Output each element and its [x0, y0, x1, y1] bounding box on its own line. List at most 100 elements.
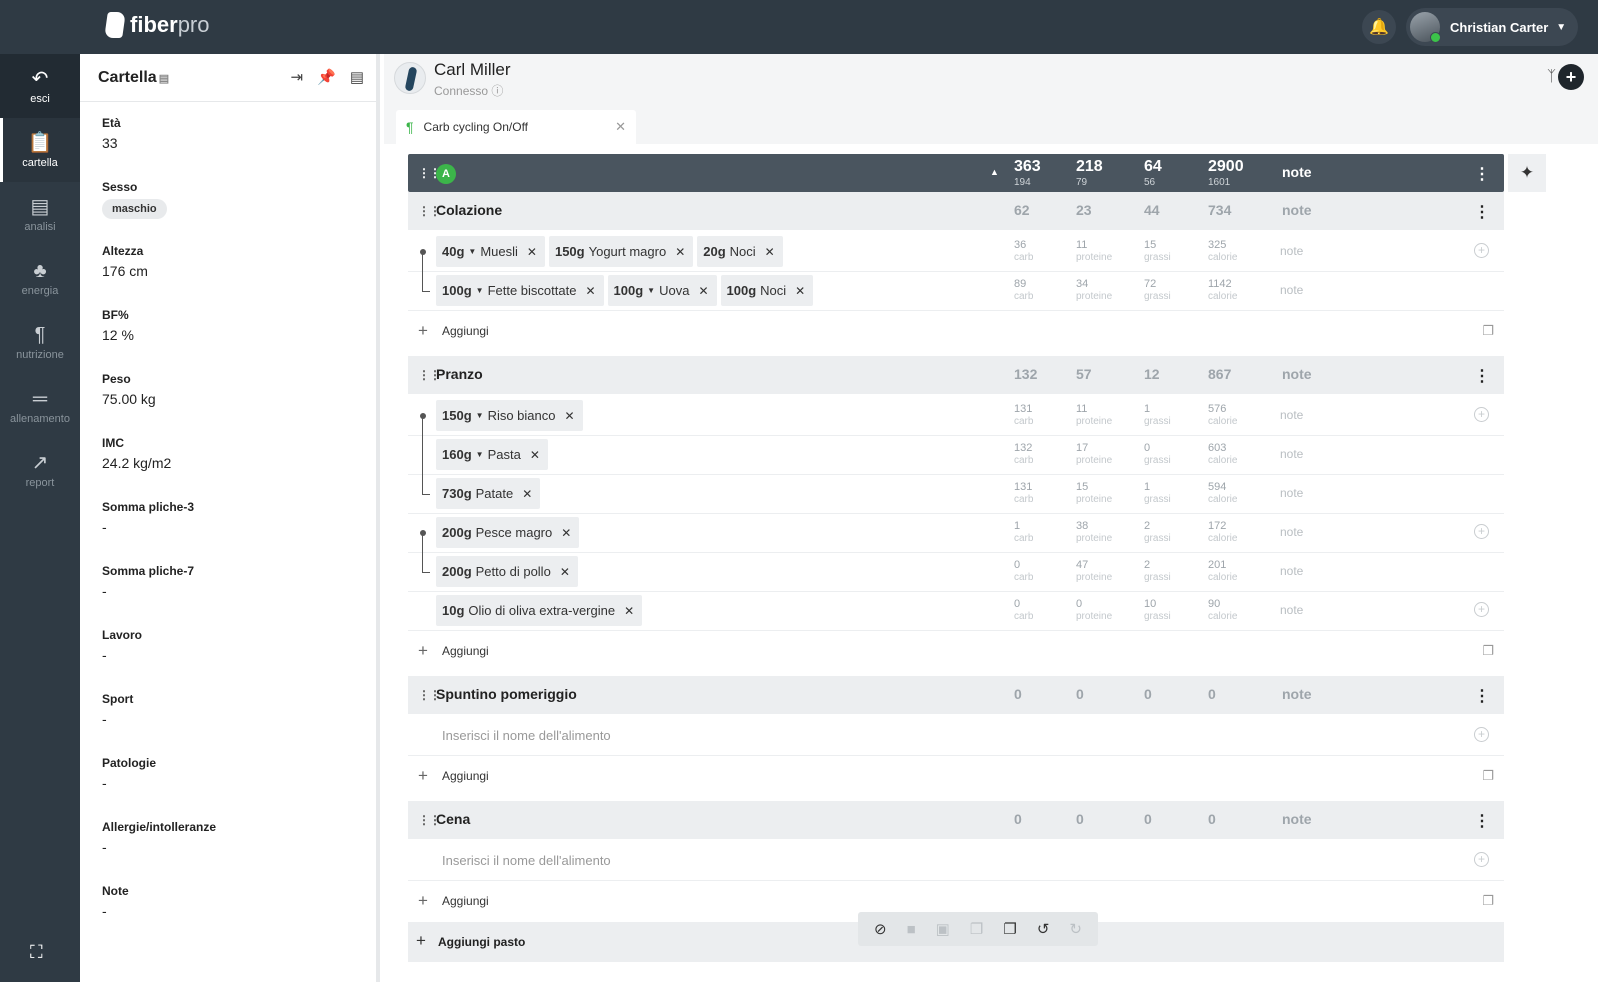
food-quantity[interactable]: 730g — [442, 486, 472, 501]
row-note[interactable]: note — [1280, 447, 1303, 461]
meal-note[interactable]: note — [1282, 811, 1312, 827]
remove-food-icon[interactable]: ✕ — [522, 487, 532, 501]
kebab-menu-icon[interactable]: ⋮ — [1474, 202, 1490, 222]
kebab-menu-icon[interactable]: ⋮ — [1474, 686, 1490, 706]
row-note[interactable]: note — [1280, 408, 1303, 422]
nav-item-analisi[interactable]: ▤ analisi — [0, 182, 80, 246]
trash-icon[interactable]: ▣ — [936, 920, 950, 938]
remove-food-icon[interactable]: ✕ — [561, 526, 571, 540]
food-chip[interactable]: 100g ▼ Fette biscottate ✕ — [436, 275, 604, 306]
user-menu[interactable]: Christian Carter ▼ — [1406, 8, 1578, 46]
add-alternative-icon[interactable]: + — [1474, 407, 1489, 422]
kebab-menu-icon[interactable]: ⋮ — [1474, 164, 1490, 184]
fiberpro-logo[interactable]: fiberpro — [104, 12, 209, 38]
remove-food-icon[interactable]: ✕ — [795, 284, 805, 298]
meal-note[interactable]: note — [1282, 202, 1312, 218]
lock-icon[interactable]: ■ — [907, 921, 916, 938]
kebab-menu-icon[interactable]: ⋮ — [1474, 366, 1490, 386]
row-note[interactable]: note — [1280, 603, 1303, 617]
food-chip[interactable]: 100g Noci ✕ — [720, 275, 814, 306]
food-quantity[interactable]: 150g — [442, 408, 472, 423]
plan-badge[interactable]: A — [436, 164, 456, 184]
remove-food-icon[interactable]: ✕ — [765, 245, 775, 259]
food-chip[interactable]: 150g ▼ Riso bianco ✕ — [436, 400, 583, 431]
nav-item-report[interactable]: ↗ report — [0, 438, 80, 502]
food-chip[interactable]: 10g Olio di oliva extra-vergine ✕ — [436, 595, 643, 626]
chevron-down-icon[interactable]: ▼ — [476, 450, 484, 459]
food-quantity[interactable]: 40g — [442, 244, 464, 259]
chevron-down-icon[interactable]: ▼ — [468, 247, 476, 256]
copy-icon[interactable]: ❐ — [970, 920, 983, 938]
food-chip[interactable]: 200g Petto di pollo ✕ — [436, 556, 578, 587]
plan-note[interactable]: note — [1282, 164, 1312, 180]
nav-item-nutrizione[interactable]: ¶ nutrizione — [0, 310, 80, 374]
row-note[interactable]: note — [1280, 525, 1303, 539]
add-food-row[interactable]: + Aggiungi ❐ — [408, 312, 1504, 350]
remove-food-icon[interactable]: ✕ — [560, 565, 570, 579]
add-food-row[interactable]: + Aggiungi ❐ — [408, 632, 1504, 670]
redo-icon[interactable]: ↻ — [1069, 920, 1082, 938]
row-note[interactable]: note — [1280, 486, 1303, 500]
fullscreen-icon[interactable]: ⛶ — [30, 942, 43, 963]
tab-carb-cycling[interactable]: ¶ Carb cycling On/Off ✕ — [396, 110, 636, 144]
paste-icon[interactable]: ❐ — [1003, 920, 1016, 938]
food-chip[interactable]: 160g ▼ Pasta ✕ — [436, 439, 548, 470]
panel-settings-icon[interactable]: ▤ — [350, 68, 364, 86]
food-quantity[interactable]: 150g — [555, 244, 585, 259]
food-quantity[interactable]: 100g — [727, 283, 757, 298]
row-note[interactable]: note — [1280, 244, 1303, 258]
food-chip[interactable]: 100g ▼ Uova ✕ — [607, 275, 717, 306]
row-note[interactable]: note — [1280, 283, 1303, 297]
paste-icon[interactable]: ❐ — [1482, 323, 1494, 339]
paste-icon[interactable]: ❐ — [1482, 768, 1494, 784]
food-quantity[interactable]: 100g — [614, 283, 644, 298]
food-chip[interactable]: 20g Noci ✕ — [697, 236, 783, 267]
nav-item-allenamento[interactable]: ═ allenamento — [0, 374, 80, 438]
remove-food-icon[interactable]: ✕ — [527, 245, 537, 259]
food-quantity[interactable]: 10g — [442, 603, 464, 618]
nav-item-energia[interactable]: ♣ energia — [0, 246, 80, 310]
food-quantity[interactable]: 200g — [442, 564, 472, 579]
food-chip[interactable]: 40g ▼ Muesli ✕ — [436, 236, 545, 267]
food-search-input[interactable]: Inserisci il nome dell'alimento — [442, 853, 611, 868]
pin-icon[interactable]: 📌 — [317, 68, 336, 86]
unlink-icon[interactable]: ⊘ — [874, 920, 887, 938]
add-alternative-icon[interactable]: + — [1474, 602, 1489, 617]
remove-food-icon[interactable]: ✕ — [530, 448, 540, 462]
chevron-up-icon[interactable]: ▲ — [990, 167, 999, 177]
food-chip[interactable]: 730g Patate ✕ — [436, 478, 541, 509]
branch-icon[interactable]: ᛉ — [1547, 68, 1556, 85]
add-food-row[interactable]: + Aggiungi ❐ — [408, 757, 1504, 795]
food-quantity[interactable]: 100g — [442, 283, 472, 298]
nav-item-esci[interactable]: ↶ esci — [0, 54, 80, 118]
remove-food-icon[interactable]: ✕ — [675, 245, 685, 259]
add-alternative-icon[interactable]: + — [1474, 524, 1489, 539]
add-alternative-icon[interactable]: + — [1474, 727, 1489, 742]
chevron-down-icon[interactable]: ▼ — [476, 286, 484, 295]
add-alternative-icon[interactable]: + — [1474, 852, 1489, 867]
row-note[interactable]: note — [1280, 564, 1303, 578]
magic-wand-icon[interactable]: ✦ — [1508, 154, 1546, 192]
add-alternative-icon[interactable]: + — [1474, 243, 1489, 258]
remove-food-icon[interactable]: ✕ — [565, 409, 575, 423]
meal-note[interactable]: note — [1282, 366, 1312, 382]
add-plan-button[interactable]: + — [1558, 64, 1584, 90]
remove-food-icon[interactable]: ✕ — [698, 284, 708, 298]
food-chip[interactable]: 200g Pesce magro ✕ — [436, 517, 580, 548]
paste-icon[interactable]: ❐ — [1482, 643, 1494, 659]
meal-note[interactable]: note — [1282, 686, 1312, 702]
bell-icon[interactable]: 🔔 — [1362, 10, 1396, 44]
collapse-panel-icon[interactable]: ⇥ — [291, 68, 304, 86]
meal-name[interactable]: Cena — [436, 811, 470, 827]
kebab-menu-icon[interactable]: ⋮ — [1474, 811, 1490, 831]
food-chip[interactable]: 150g Yogurt magro ✕ — [548, 236, 694, 267]
food-quantity[interactable]: 200g — [442, 525, 472, 540]
paste-icon[interactable]: ❐ — [1482, 893, 1494, 909]
food-quantity[interactable]: 160g — [442, 447, 472, 462]
remove-food-icon[interactable]: ✕ — [624, 604, 634, 618]
chevron-down-icon[interactable]: ▼ — [647, 286, 655, 295]
food-search-input[interactable]: Inserisci il nome dell'alimento — [442, 728, 611, 743]
undo-icon[interactable]: ↺ — [1037, 920, 1050, 938]
remove-food-icon[interactable]: ✕ — [585, 284, 595, 298]
close-icon[interactable]: ✕ — [615, 119, 626, 135]
